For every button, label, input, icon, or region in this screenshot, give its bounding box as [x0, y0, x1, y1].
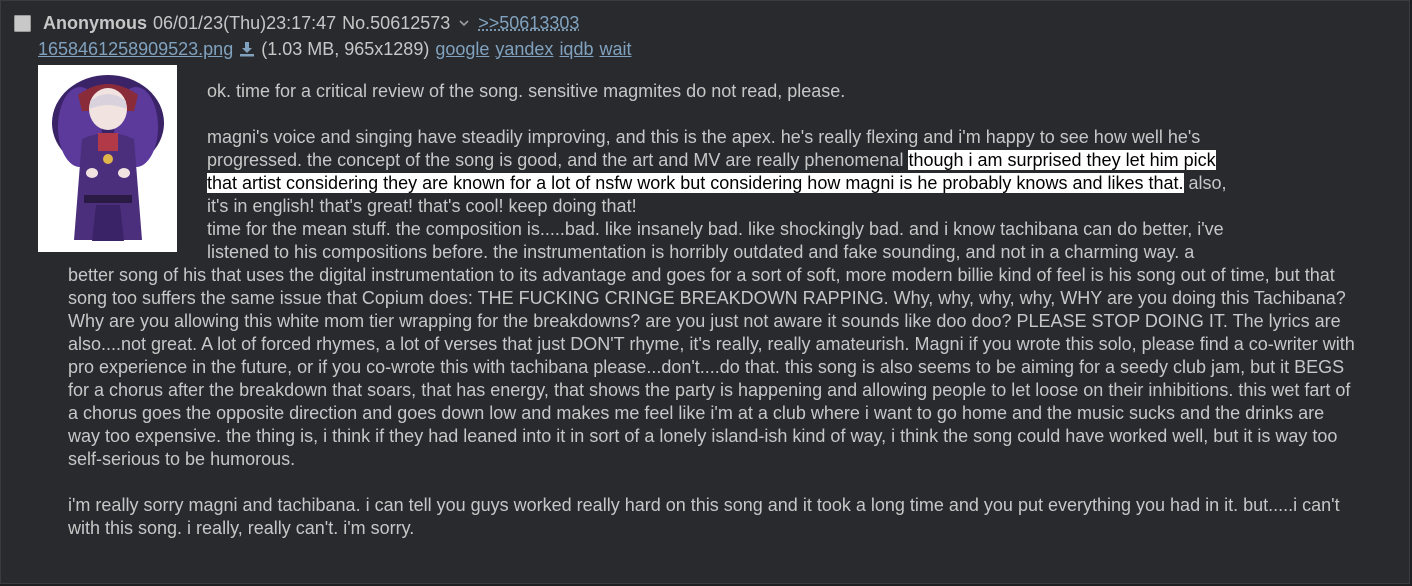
- message-paragraph-4: i'm really sorry magni and tachibana. i …: [68, 495, 1340, 538]
- message-line: listened to his compositions before. the…: [207, 242, 1195, 262]
- message-line: progressed. the concept of the song is g…: [68, 149, 1358, 172]
- message-paragraph-1: ok. time for a critical review of the so…: [207, 81, 846, 101]
- message-paragraph-3: better song of his that uses the digital…: [68, 265, 1355, 469]
- highlighted-text: though i am surprised they let him pick: [908, 150, 1216, 170]
- message-line: time for the mean stuff. the composition…: [207, 219, 1224, 239]
- search-iqdb-link[interactable]: iqdb: [559, 39, 593, 60]
- search-yandex-link[interactable]: yandex: [495, 39, 553, 60]
- message-line: magni's voice and singing have steadily …: [207, 127, 1201, 147]
- post-header: Anonymous 06/01/23(Thu)23:17:47 No.50612…: [14, 12, 579, 34]
- select-checkbox-icon[interactable]: [14, 14, 31, 32]
- message-text: also,: [1183, 173, 1227, 193]
- post-message: ok. time for a critical review of the so…: [68, 80, 1358, 540]
- chevron-down-icon[interactable]: [458, 15, 470, 31]
- message-line: that artist considering they are known f…: [68, 172, 1358, 195]
- download-icon[interactable]: [238, 40, 256, 58]
- reply-backlink[interactable]: >>50613303: [478, 13, 579, 34]
- poster-name: Anonymous: [43, 12, 148, 33]
- post-container: Anonymous 06/01/23(Thu)23:17:47 No.50612…: [0, 0, 1410, 584]
- search-google-link[interactable]: google: [435, 39, 489, 60]
- file-size-dimensions: (1.03 MB, 965x1289): [261, 38, 430, 59]
- file-info: 1658461258909523.png (1.03 MB, 965x1289)…: [38, 38, 637, 60]
- post-datetime: 06/01/23(Thu)23:17:47: [153, 12, 337, 33]
- post-number[interactable]: No.50612573: [342, 13, 450, 34]
- search-wait-link[interactable]: wait: [599, 39, 631, 60]
- highlighted-text: that artist considering they are known f…: [207, 173, 1184, 193]
- file-name-link[interactable]: 1658461258909523.png: [38, 39, 233, 60]
- message-line: it's in english! that's great! that's co…: [207, 196, 637, 216]
- message-text: progressed. the concept of the song is g…: [207, 150, 909, 170]
